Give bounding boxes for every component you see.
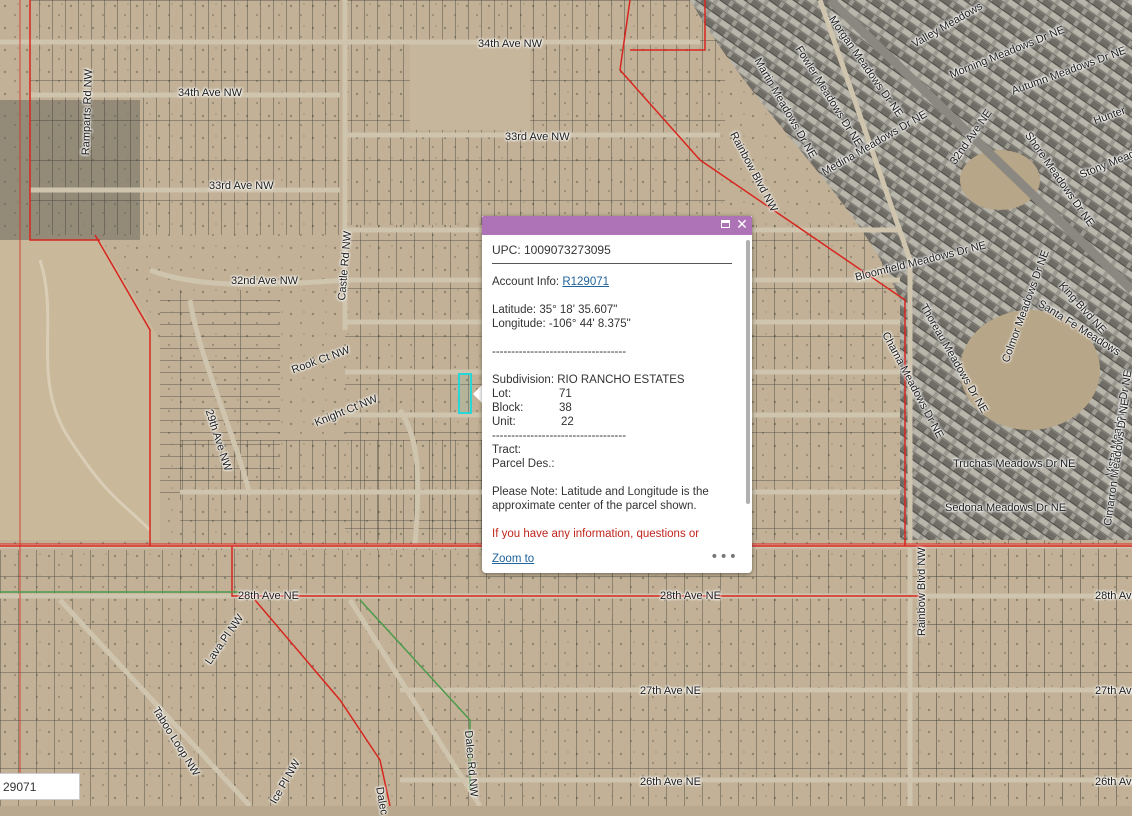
parcel-des-text: Parcel Des.: [492,458,555,470]
popup-footer: Zoom to ••• [492,549,742,565]
longitude-text: Longitude: -106° 44' 8.375" [492,318,631,330]
note-text: Please Note: Latitude and Longitude is t… [492,486,709,512]
tract-text: Tract: [492,444,521,456]
close-icon[interactable]: ✕ [735,218,749,232]
block-row: Block: 38 [492,401,732,415]
zoom-to-link[interactable]: Zoom to [492,553,534,565]
search-input[interactable]: 29071 [0,773,80,800]
popup-header: ✕ [482,216,752,235]
account-info-row: Account Info: R129071 [492,275,732,289]
block-value: 38 [559,402,572,414]
latitude-text: Latitude: 35° 18' 35.607" [492,304,618,316]
unit-row: Unit: 22 [492,415,732,429]
maximize-icon[interactable] [718,218,732,232]
popup-content: UPC: 1009073273095 Account Info: R129071… [492,243,732,539]
more-options-icon[interactable]: ••• [710,549,738,565]
unit-label: Unit: [492,416,516,428]
popup-scrollbar[interactable] [746,240,750,504]
upc-title: UPC: 1009073273095 [492,243,732,264]
lot-row: Lot: 71 [492,387,732,401]
account-label: Account Info: [492,276,563,288]
selected-parcel-highlight[interactable] [458,373,472,414]
lot-value: 71 [559,388,572,400]
subdivision-text: Subdivision: RIO RANCHO ESTATES [492,374,685,386]
block-label: Block: [492,402,524,414]
separator: ----------------------------------- [492,346,627,358]
account-link[interactable]: R129071 [562,276,609,288]
unit-value: 22 [561,416,574,428]
separator: ----------------------------------- [492,430,627,442]
lot-label: Lot: [492,388,512,400]
parcel-info-popup: ✕ UPC: 1009073273095 Account Info: R1290… [482,216,752,573]
contact-note-text: If you have any information, questions o… [492,528,700,539]
